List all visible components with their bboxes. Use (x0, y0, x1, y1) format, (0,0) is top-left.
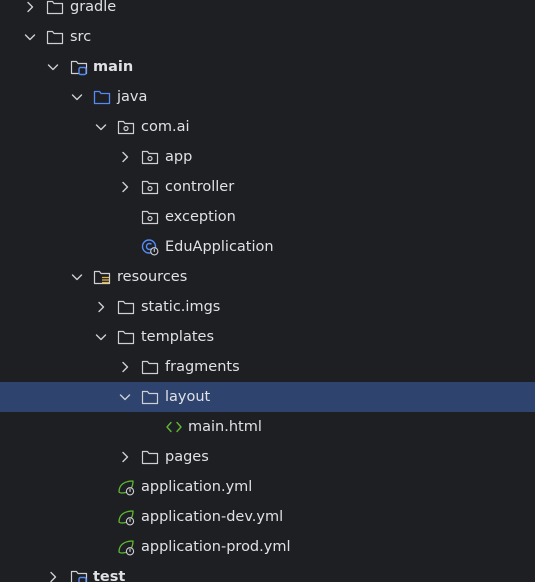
folder-icon (141, 388, 159, 406)
spring-config-icon (117, 538, 135, 556)
tree-item-label: EduApplication (165, 239, 274, 255)
tree-item-gradle[interactable]: gradle (0, 0, 535, 22)
tree-item-label: controller (165, 179, 235, 195)
chevron-down-icon[interactable] (69, 269, 85, 285)
source-folder-icon (93, 88, 111, 106)
spring-config-icon (117, 508, 135, 526)
chevron-down-icon[interactable] (117, 389, 133, 405)
tree-item-application-yml[interactable]: application.yml (0, 472, 535, 502)
tree-item-edu-application[interactable]: EduApplication (0, 232, 535, 262)
tree-item-static-imgs[interactable]: static.imgs (0, 292, 535, 322)
module-folder-icon (70, 568, 88, 582)
tree-item-main[interactable]: main (0, 52, 535, 82)
tree-item-java[interactable]: java (0, 82, 535, 112)
chevron-right-icon[interactable] (93, 299, 109, 315)
folder-icon (141, 448, 159, 466)
chevron-down-icon[interactable] (69, 89, 85, 105)
tree-item-label: com.ai (141, 119, 190, 135)
spring-config-icon (117, 478, 135, 496)
tree-item-label: application-prod.yml (141, 539, 291, 555)
package-icon (141, 148, 159, 166)
tree-item-label: layout (165, 389, 211, 405)
tree-item-label: src (70, 29, 92, 45)
tree-item-pages[interactable]: pages (0, 442, 535, 472)
chevron-right-icon[interactable] (22, 0, 38, 15)
tree-item-label: java (117, 89, 148, 105)
module-folder-icon (70, 58, 88, 76)
resources-folder-icon (93, 268, 111, 286)
spring-boot-class-icon (141, 238, 159, 256)
tree-item-label: fragments (165, 359, 240, 375)
tree-item-label: resources (117, 269, 188, 285)
folder-icon (46, 28, 64, 46)
tree-item-label: main (93, 59, 134, 75)
tree-item-label: test (93, 569, 126, 582)
tree-item-src[interactable]: src (0, 22, 535, 52)
package-icon (141, 208, 159, 226)
tree-item-label: templates (141, 329, 215, 345)
chevron-right-icon[interactable] (117, 149, 133, 165)
tree-item-controller[interactable]: controller (0, 172, 535, 202)
chevron-down-icon[interactable] (93, 329, 109, 345)
tree-item-label: application.yml (141, 479, 253, 495)
chevron-right-icon[interactable] (117, 359, 133, 375)
package-icon (117, 118, 135, 136)
project-tree: gradle src main java com.ai app controll… (0, 0, 535, 582)
chevron-right-icon[interactable] (117, 179, 133, 195)
tree-item-main-html[interactable]: main.html (0, 412, 535, 442)
folder-icon (46, 0, 64, 16)
chevron-down-icon[interactable] (93, 119, 109, 135)
tree-item-layout[interactable]: layout (0, 382, 535, 412)
chevron-down-icon[interactable] (45, 59, 61, 75)
html-file-icon (165, 418, 183, 436)
tree-item-label: static.imgs (141, 299, 221, 315)
tree-item-templates[interactable]: templates (0, 322, 535, 352)
chevron-right-icon[interactable] (117, 449, 133, 465)
tree-item-exception[interactable]: exception (0, 202, 535, 232)
tree-item-resources[interactable]: resources (0, 262, 535, 292)
tree-item-app[interactable]: app (0, 142, 535, 172)
tree-item-label: gradle (70, 0, 117, 15)
tree-item-application-prod-yml[interactable]: application-prod.yml (0, 532, 535, 562)
tree-item-label: app (165, 149, 193, 165)
chevron-right-icon[interactable] (45, 569, 61, 582)
folder-icon (117, 298, 135, 316)
package-icon (141, 178, 159, 196)
folder-icon (117, 328, 135, 346)
tree-item-label: exception (165, 209, 236, 225)
tree-item-test[interactable]: test (0, 562, 535, 582)
tree-item-application-dev-yml[interactable]: application-dev.yml (0, 502, 535, 532)
tree-item-label: application-dev.yml (141, 509, 284, 525)
folder-icon (141, 358, 159, 376)
tree-item-label: main.html (188, 419, 262, 435)
tree-item-fragments[interactable]: fragments (0, 352, 535, 382)
chevron-down-icon[interactable] (22, 29, 38, 45)
tree-item-com-ai[interactable]: com.ai (0, 112, 535, 142)
tree-item-label: pages (165, 449, 209, 465)
